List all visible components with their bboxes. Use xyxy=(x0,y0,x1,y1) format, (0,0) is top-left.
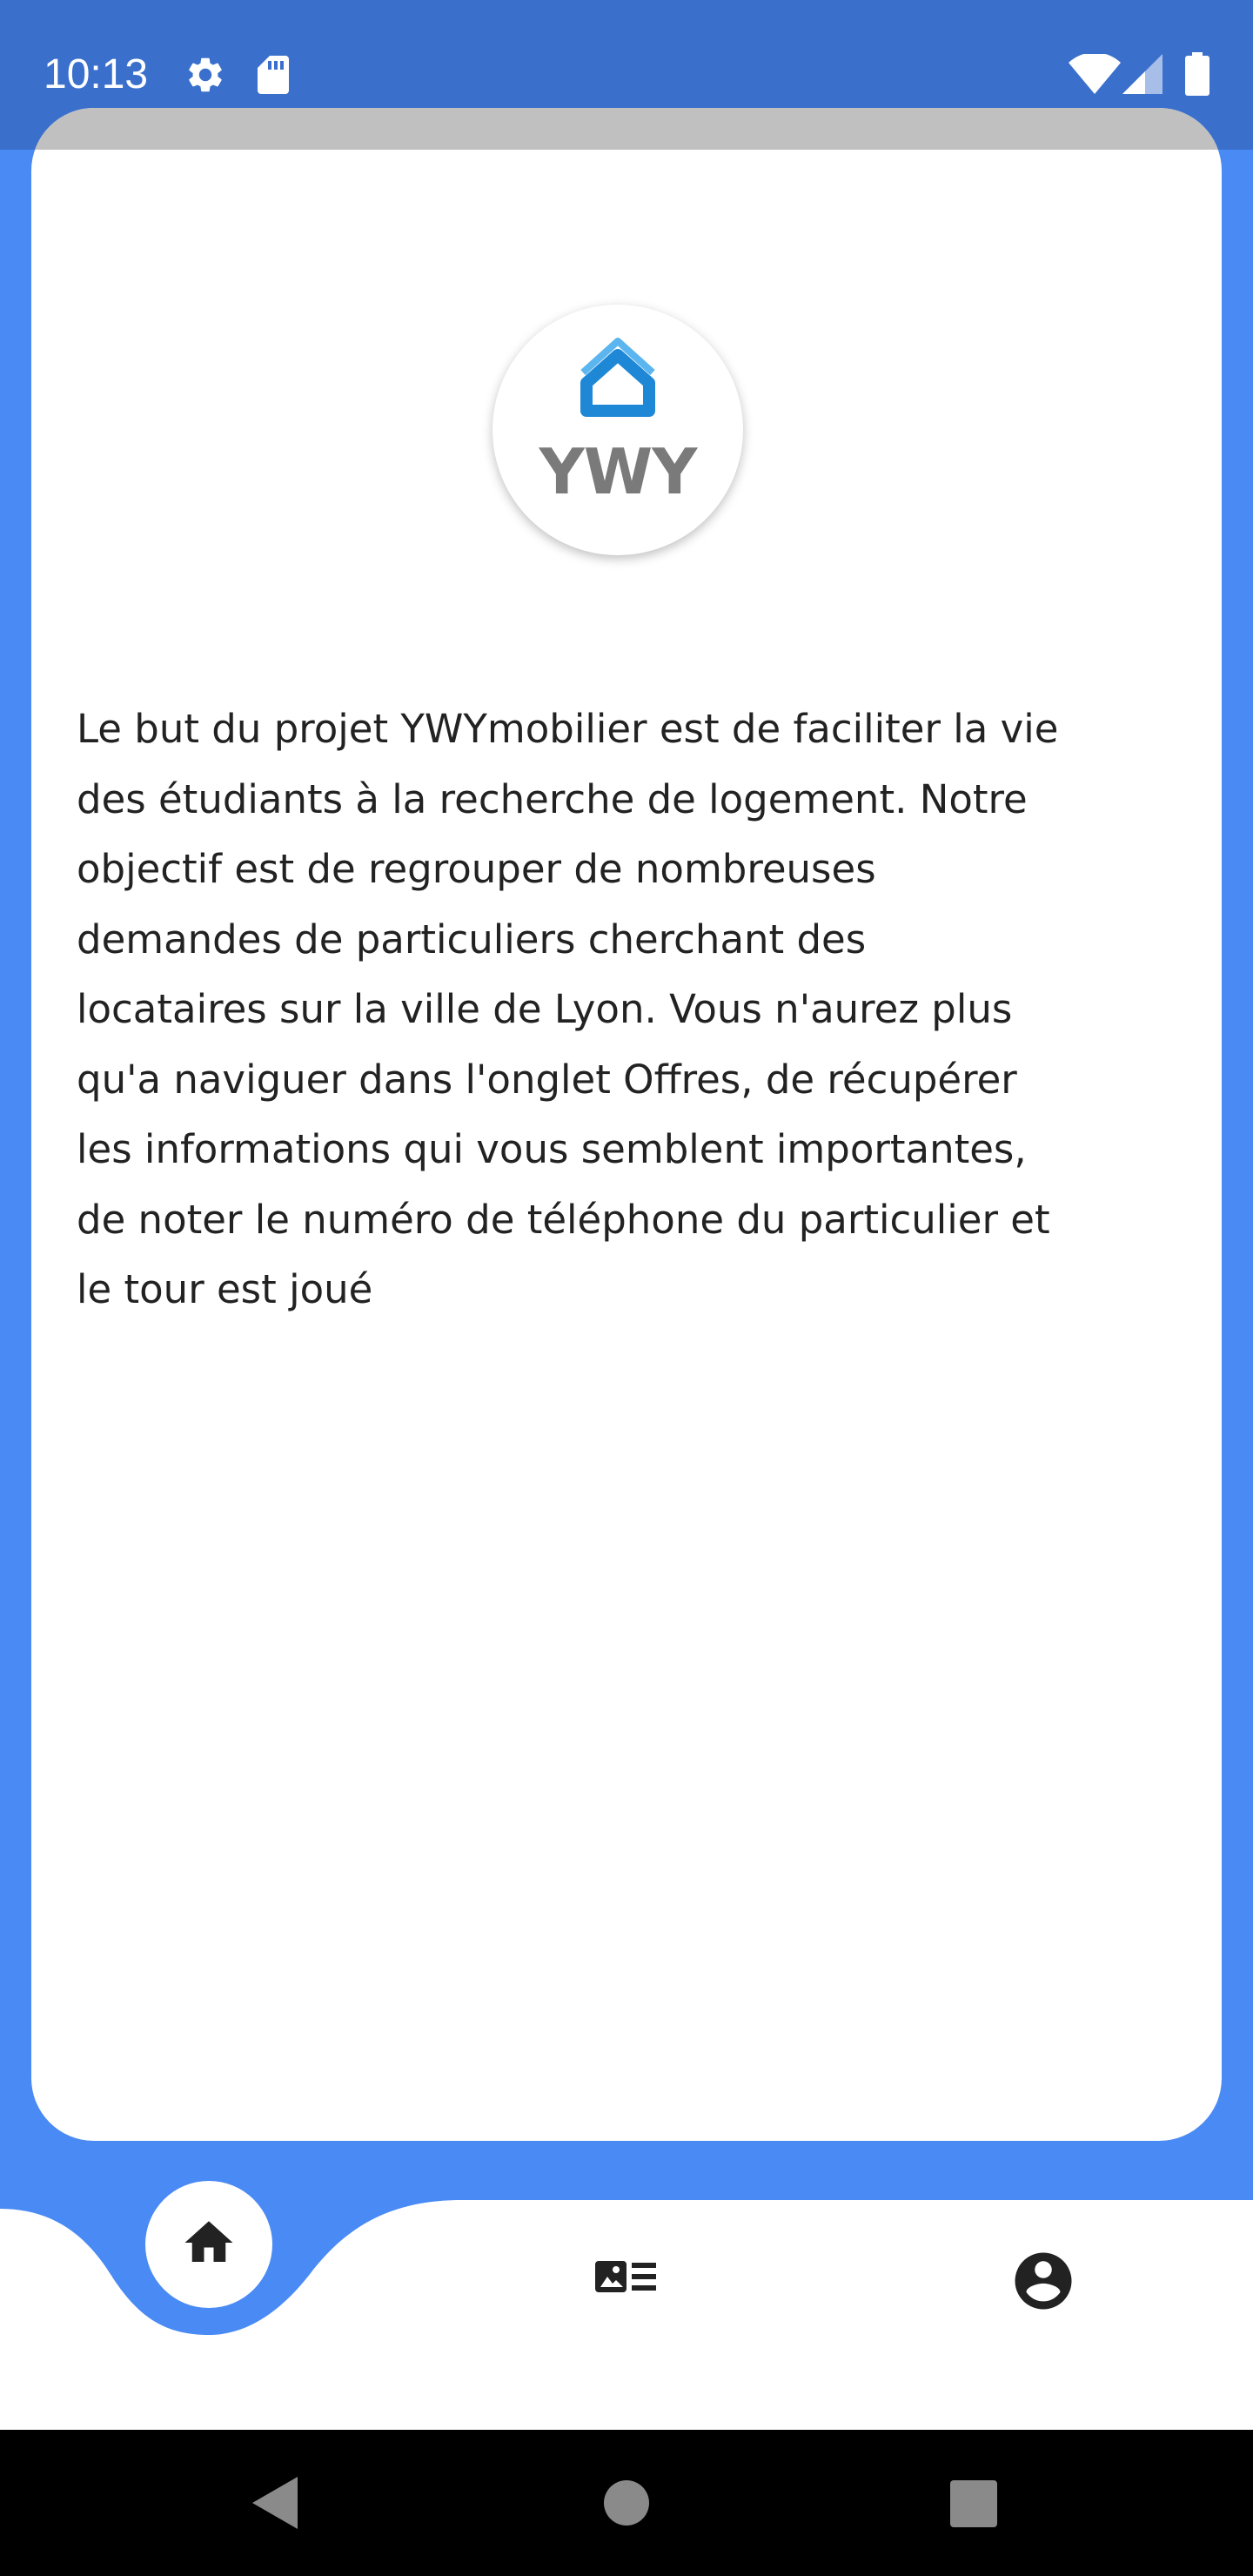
system-navigation-bar xyxy=(0,2430,1253,2576)
offers-list-icon[interactable] xyxy=(592,2252,661,2304)
signal-icon xyxy=(1122,54,1163,94)
content-card: YWY Le but du projet YWYmobilier est de … xyxy=(31,108,1222,2141)
house-icon xyxy=(580,338,655,417)
settings-icon xyxy=(189,57,222,92)
battery-icon xyxy=(1185,52,1209,96)
project-description: Le but du projet YWYmobilier est de faci… xyxy=(77,706,1059,1312)
wifi-icon xyxy=(1069,54,1121,94)
app-logo: YWY xyxy=(492,305,743,555)
sd-card-icon xyxy=(258,56,289,94)
status-time: 10:13 xyxy=(44,51,149,97)
home-icon xyxy=(184,2221,233,2262)
home-circle-icon[interactable] xyxy=(604,2480,649,2526)
account-icon[interactable] xyxy=(1009,2247,1077,2315)
logo-text: YWY xyxy=(539,435,698,508)
card-header-bar xyxy=(31,108,1222,150)
recents-icon[interactable] xyxy=(950,2480,997,2527)
nav-home-button[interactable] xyxy=(145,2181,272,2308)
back-icon[interactable] xyxy=(252,2477,298,2529)
